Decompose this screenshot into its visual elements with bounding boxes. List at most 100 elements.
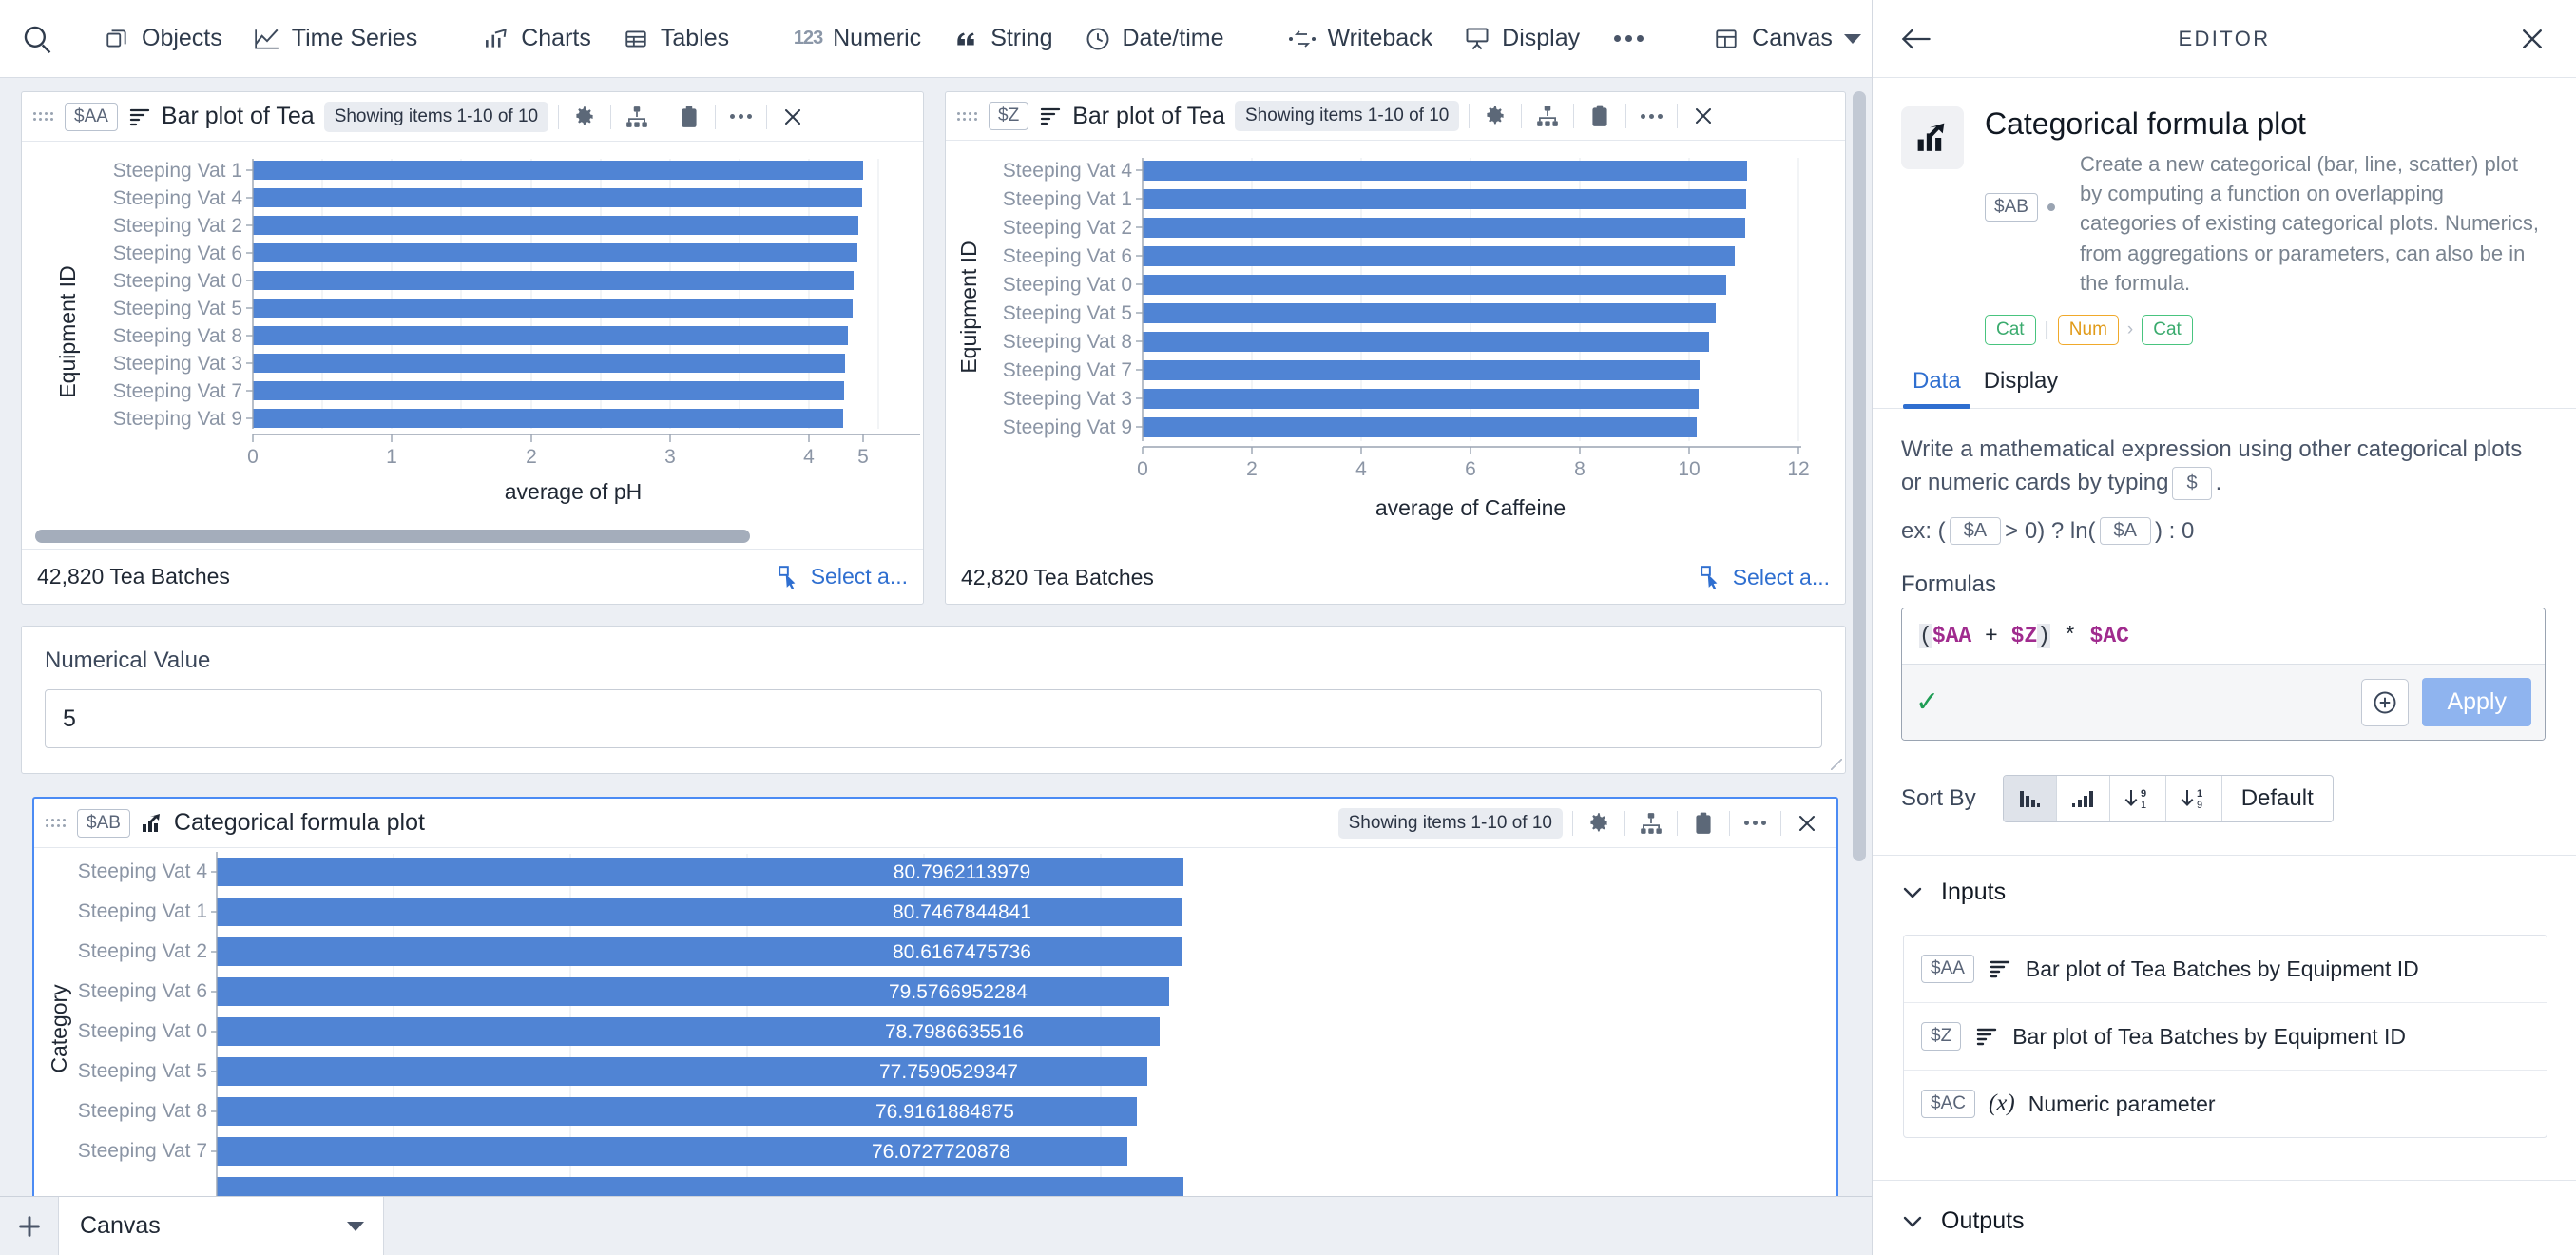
svg-text:78.7986635516: 78.7986635516 <box>885 1021 1024 1043</box>
formula-plot-area[interactable]: Category Steeping Vat 4 Steeping Vat 1 S… <box>34 848 1836 1196</box>
input-chip[interactable]: $AC <box>1921 1090 1975 1119</box>
svg-text:5: 5 <box>857 446 869 468</box>
sort-default-button[interactable]: Default <box>2222 776 2333 821</box>
apply-button[interactable]: Apply <box>2422 678 2531 727</box>
header-divider <box>1573 104 1575 129</box>
svg-text:Steeping Vat 2: Steeping Vat 2 <box>113 215 242 237</box>
canvas-tab-label: Canvas <box>80 1212 161 1239</box>
svg-text:Steeping Vat 1: Steeping Vat 1 <box>78 900 207 922</box>
settings-gear-icon[interactable] <box>568 101 601 133</box>
add-canvas-button[interactable] <box>0 1197 59 1255</box>
canvas-selector[interactable]: Canvas <box>1697 17 1876 61</box>
sort-9-to-1-button[interactable]: 9 1 <box>2110 776 2166 822</box>
toolbar-item-time-series[interactable]: Time Series <box>238 17 433 61</box>
toolbar-item-label: Time Series <box>291 25 418 51</box>
chart-plot-area-Z[interactable]: Equipment ID Steeping Vat 4 Steeping Vat… <box>946 141 1845 550</box>
drag-handle-icon[interactable] <box>33 112 53 121</box>
chart-card-AA[interactable]: $AA Bar plot of Tea Showing items 1-10 o… <box>21 91 924 605</box>
toolbar-item-string[interactable]: String <box>936 17 1067 61</box>
toolbar-item-tables[interactable]: Tables <box>606 17 744 61</box>
clipboard-icon[interactable] <box>673 101 705 133</box>
card-id-chip[interactable]: $AB <box>77 808 130 838</box>
tab-data[interactable]: Data <box>1901 358 1972 410</box>
toolbar-item-charts[interactable]: Charts <box>467 17 606 61</box>
toolbar-item-numeric[interactable]: 123 Numeric <box>779 17 936 61</box>
outputs-accordion-header[interactable]: Outputs <box>1873 1185 2576 1235</box>
resize-handle[interactable] <box>1831 759 1842 770</box>
editor-card-chip[interactable]: $AB <box>1985 193 2038 222</box>
arrow-left-icon[interactable] <box>1897 20 1935 58</box>
chart-card-Z[interactable]: $Z Bar plot of Tea Showing items 1-10 of… <box>945 91 1846 605</box>
dollar-chip: $ <box>2172 467 2212 501</box>
editor-panel: EDITOR Categorical formula plot $AB Crea… <box>1872 0 2576 1255</box>
input-chip[interactable]: $Z <box>1921 1022 1962 1052</box>
objects-icon <box>103 25 131 53</box>
svg-text:Steeping Vat 4: Steeping Vat 4 <box>113 187 243 209</box>
toolbar-item-writeback[interactable]: Writeback <box>1273 17 1448 61</box>
card-overflow-button[interactable] <box>1740 821 1771 825</box>
editor-card-description: Create a new categorical (bar, line, sca… <box>2080 152 2539 295</box>
select-action-button[interactable]: Select a... <box>778 564 908 589</box>
inputs-title: Inputs <box>1941 878 2007 906</box>
editor-header: EDITOR <box>1873 0 2576 78</box>
formula-editor[interactable]: ($AA + $Z) * $AC ✓ Apply <box>1901 608 2546 742</box>
lineage-icon[interactable] <box>1531 100 1564 132</box>
numeric-value-input[interactable]: 5 <box>45 689 1822 748</box>
drag-handle-icon[interactable] <box>46 819 66 827</box>
input-item-AC[interactable]: $AC (x) Numeric parameter <box>1904 1071 2547 1137</box>
close-icon[interactable] <box>1791 807 1823 840</box>
lineage-icon[interactable] <box>621 101 653 133</box>
select-cursor-icon <box>778 565 802 589</box>
inputs-accordion-header[interactable]: Inputs <box>1873 856 2576 906</box>
clipboard-icon[interactable] <box>1584 100 1616 132</box>
input-chip[interactable]: $AA <box>1921 955 1974 984</box>
canvas-tab[interactable]: Canvas <box>59 1197 384 1255</box>
sort-descending-bars-button[interactable] <box>2003 776 2057 822</box>
tab-display[interactable]: Display <box>1972 358 2070 408</box>
settings-gear-icon[interactable] <box>1479 100 1511 132</box>
sort-by-segmented-control: 9 1 1 9 Default <box>2002 775 2334 823</box>
card-overflow-button[interactable] <box>725 114 757 119</box>
canvas-scroll-region: $AA Bar plot of Tea Showing items 1-10 o… <box>0 78 1872 1196</box>
close-icon[interactable] <box>777 101 809 133</box>
clipboard-icon[interactable] <box>1687 807 1720 840</box>
chart-hscrollbar[interactable] <box>22 524 923 549</box>
chart-plot-area-AA[interactable]: Equipment ID Steeping Vat 1 Steeping Vat… <box>22 142 923 524</box>
search-icon[interactable] <box>21 23 53 55</box>
close-icon[interactable] <box>2513 20 2551 58</box>
plus-circle-icon[interactable] <box>2361 678 2410 726</box>
sort-1-to-9-button[interactable]: 1 9 <box>2166 776 2222 822</box>
card-id-chip[interactable]: $AA <box>65 102 118 131</box>
canvas-vscrollbar-thumb[interactable] <box>1853 91 1866 861</box>
bar-plot-icon <box>1988 956 2012 981</box>
formula-plot-card-AB[interactable]: $AB Categorical formula plot Showing ite… <box>32 797 1838 1196</box>
lineage-icon[interactable] <box>1635 807 1667 840</box>
card-overflow-button[interactable] <box>1636 113 1667 119</box>
svg-text:80.6167475736: 80.6167475736 <box>893 941 1031 963</box>
numeric-card-label: Numerical Value <box>45 647 211 673</box>
card-id-chip[interactable]: $Z <box>989 102 1029 131</box>
formula-var-2: $Z <box>2010 624 2038 649</box>
header-divider <box>1625 104 1627 129</box>
toolbar-overflow-button[interactable] <box>1595 28 1663 49</box>
toolbar-item-display[interactable]: Display <box>1448 17 1595 61</box>
canvas-vscrollbar[interactable] <box>1853 91 1866 975</box>
formula-help-text: Write a mathematical expression using ot… <box>1901 434 2546 501</box>
formula-input[interactable]: ($AA + $Z) * $AC <box>1902 608 2545 665</box>
chevron-down-icon[interactable] <box>347 1221 364 1231</box>
input-item-Z[interactable]: $Z Bar plot of Tea Batches by Equipment … <box>1904 1003 2547 1072</box>
toolbar-item-objects[interactable]: Objects <box>87 17 238 61</box>
settings-gear-icon[interactable] <box>1583 807 1615 840</box>
numeric-parameter-card[interactable]: Numerical Value 5 <box>21 626 1846 774</box>
close-icon[interactable] <box>1687 100 1720 132</box>
select-action-button[interactable]: Select a... <box>1700 565 1830 590</box>
svg-text:Steeping Vat 5: Steeping Vat 5 <box>78 1060 207 1082</box>
toolbar-item-datetime[interactable]: Date/time <box>1068 17 1240 61</box>
sort-ascending-bars-button[interactable] <box>2057 776 2110 822</box>
svg-text:Steeping Vat 6: Steeping Vat 6 <box>1003 245 1132 267</box>
drag-handle-icon[interactable] <box>957 111 977 121</box>
input-item-AA[interactable]: $AA Bar plot of Tea Batches by Equipment… <box>1904 936 2547 1004</box>
svg-text:6: 6 <box>1465 458 1476 480</box>
chart-hscrollbar-thumb[interactable] <box>35 530 750 543</box>
ellipsis-icon <box>1614 35 1622 42</box>
